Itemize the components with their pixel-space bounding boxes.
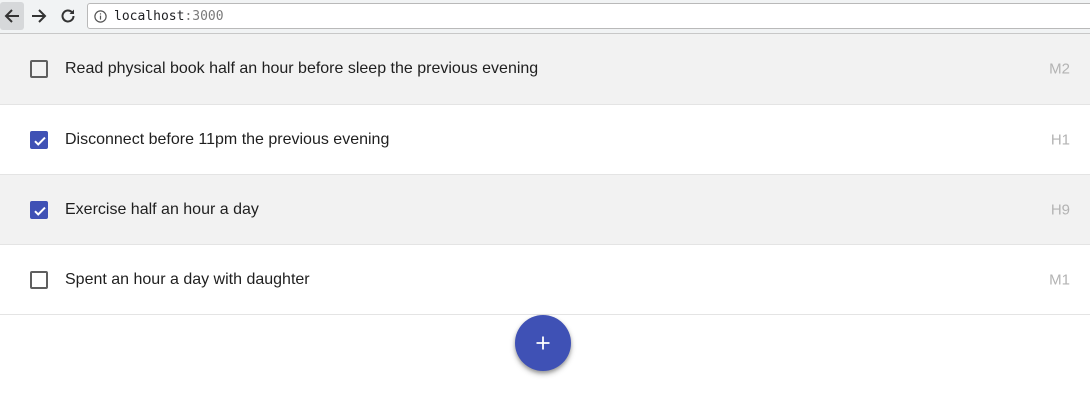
- address-bar[interactable]: localhost:3000: [87, 3, 1090, 29]
- task-code: H9: [1050, 201, 1070, 218]
- checkmark-icon: [34, 206, 46, 216]
- url-text: localhost:3000: [114, 9, 224, 24]
- task-label: Disconnect before 11pm the previous even…: [65, 130, 390, 148]
- plus-icon: [536, 336, 550, 350]
- info-icon[interactable]: [94, 9, 107, 23]
- url-port: :3000: [184, 8, 224, 24]
- task-code: M2: [1049, 60, 1070, 78]
- task-checkbox[interactable]: [30, 270, 48, 289]
- task-label: Read physical book half an hour before s…: [65, 60, 539, 77]
- task-label: Spent an hour a day with daughter: [65, 270, 310, 288]
- url-host: localhost: [114, 8, 185, 24]
- task-row[interactable]: Read physical book half an hour before s…: [0, 34, 1090, 105]
- back-button[interactable]: [0, 2, 24, 30]
- task-row[interactable]: Spent an hour a day with daughter M1: [0, 245, 1090, 315]
- add-task-button[interactable]: [515, 315, 571, 371]
- reload-button[interactable]: [56, 2, 80, 30]
- forward-button[interactable]: [27, 2, 51, 30]
- task-checkbox[interactable]: [30, 200, 48, 219]
- arrow-left-icon: [4, 9, 19, 23]
- browser-toolbar: localhost:3000: [0, 0, 1090, 34]
- task-row[interactable]: Exercise half an hour a day H9: [0, 175, 1090, 245]
- task-code: M1: [1049, 271, 1070, 288]
- task-row[interactable]: Disconnect before 11pm the previous even…: [0, 105, 1090, 175]
- task-checkbox[interactable]: [30, 130, 48, 149]
- reload-icon: [61, 9, 75, 23]
- arrow-right-icon: [32, 9, 47, 23]
- task-label: Exercise half an hour a day: [65, 200, 259, 218]
- task-checkbox[interactable]: [30, 60, 48, 78]
- task-code: H1: [1050, 131, 1070, 148]
- checkmark-icon: [34, 136, 46, 146]
- task-list: Read physical book half an hour before s…: [0, 34, 1090, 315]
